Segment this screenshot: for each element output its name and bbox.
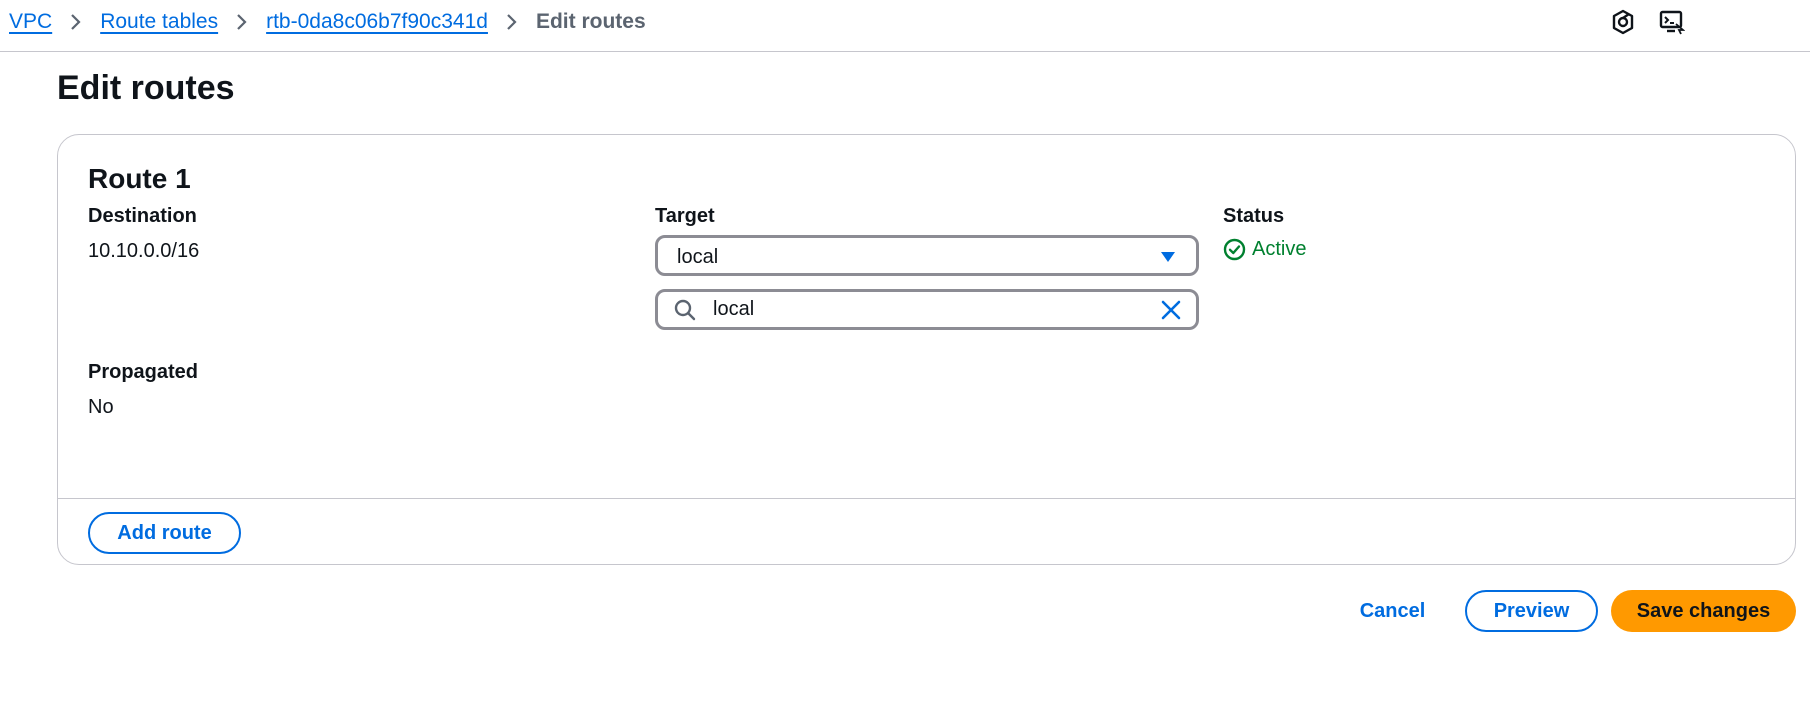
route-title: Route 1 (88, 163, 191, 194)
cancel-button[interactable]: Cancel (1345, 590, 1440, 632)
save-changes-button[interactable]: Save changes (1611, 590, 1796, 632)
destination-label: Destination (88, 205, 197, 227)
check-circle-icon (1223, 238, 1246, 261)
route-editor-panel: Route 1 Destination 10.10.0.0/16 Target … (57, 134, 1796, 565)
cloudshell-icon[interactable] (1659, 9, 1685, 35)
target-search-field[interactable] (655, 289, 1199, 330)
breadcrumb-link-route-tables[interactable]: Route tables (100, 8, 218, 36)
add-route-button[interactable]: Add route (88, 512, 241, 554)
propagated-label: Propagated (88, 361, 199, 383)
chevron-right-icon (218, 13, 266, 31)
breadcrumb-link-vpc[interactable]: VPC (9, 8, 52, 36)
status-label: Status (1223, 205, 1285, 227)
status-value: Active (1252, 238, 1307, 260)
destination-value: 10.10.0.0/16 (88, 240, 200, 262)
page-title: Edit routes (57, 69, 235, 107)
status-indicator: Active (1223, 236, 1306, 262)
preview-button[interactable]: Preview (1465, 590, 1598, 632)
breadcrumb-current-page: Edit routes (535, 10, 646, 33)
propagated-value: No (88, 396, 114, 418)
breadcrumb: VPC Route tables rtb-0da8c06b7f90c341d E… (9, 8, 646, 36)
header-utility-icons (1610, 9, 1810, 35)
caret-down-icon (1160, 250, 1176, 268)
top-navigation-bar: VPC Route tables rtb-0da8c06b7f90c341d E… (0, 0, 1810, 52)
close-icon[interactable] (1160, 299, 1182, 326)
target-search-input[interactable] (713, 294, 1113, 324)
search-icon (673, 298, 697, 327)
target-select[interactable]: local (655, 235, 1199, 276)
chevron-right-icon (52, 13, 100, 31)
target-selected-value: local (677, 246, 719, 268)
settings-hexagon-icon[interactable] (1610, 9, 1636, 35)
breadcrumb-link-route-table-id[interactable]: rtb-0da8c06b7f90c341d (266, 8, 488, 36)
target-label: Target (655, 205, 715, 227)
chevron-right-icon (488, 13, 536, 31)
panel-divider (58, 498, 1795, 499)
